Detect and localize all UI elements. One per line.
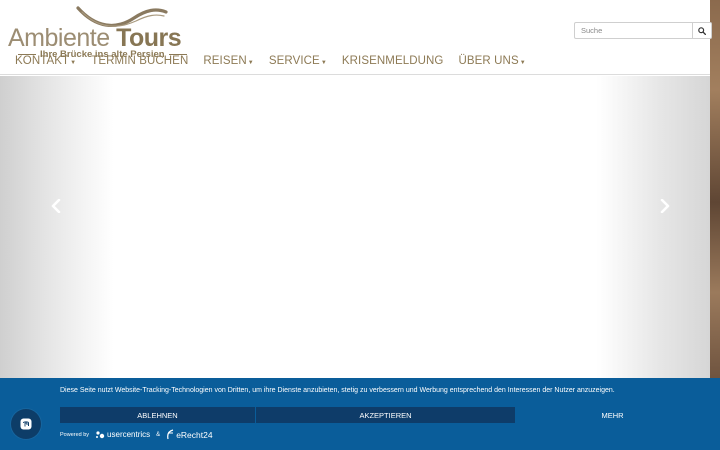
accept-button[interactable]: AKZEPTIEREN <box>256 407 515 423</box>
privacy-settings-button[interactable] <box>11 409 41 439</box>
nav-item-label: KRISENMELDUNG <box>341 55 444 67</box>
nav-item-termin-buchen[interactable]: TERMIN BUCHEN <box>91 55 188 67</box>
search-form <box>574 22 712 39</box>
image-carousel <box>0 76 710 378</box>
usercentrics-dots-icon <box>96 430 105 438</box>
nav-item-reisen[interactable]: REISEN ▼ <box>203 55 253 67</box>
nav-item-ueber-uns[interactable]: ÜBER UNS ▼ <box>458 55 525 67</box>
nav-item-krisenmeldung[interactable]: KRISENMELDUNG <box>342 55 444 67</box>
search-icon <box>698 26 706 35</box>
cookie-notice-text: Diese Seite nutzt Website-Tracking-Techn… <box>60 387 615 394</box>
nav-item-label: SERVICE <box>268 55 320 67</box>
page: Ambiente Tours Ihre Brücke ins alte Pers… <box>0 0 720 450</box>
nav-item-label: REISEN <box>203 55 247 67</box>
erecht24-logo[interactable]: eRecht24 <box>166 429 213 440</box>
fingerprint-icon <box>20 418 32 430</box>
cookie-button-row: ABLEHNEN AKZEPTIEREN MEHR <box>60 407 710 423</box>
more-button[interactable]: MEHR <box>515 407 710 423</box>
nav-item-service[interactable]: SERVICE ▼ <box>269 55 327 67</box>
nav-item-label: TERMIN BUCHEN <box>91 55 189 67</box>
chevron-right-icon <box>660 199 670 213</box>
caret-down-icon: ▼ <box>70 60 77 66</box>
nav-item-kontakt[interactable]: KONTAKT ▼ <box>15 55 76 67</box>
powered-by: Powered by usercentrics & eRecht24 <box>60 429 213 440</box>
nav-item-label: KONTAKT <box>15 55 70 67</box>
logo-wordmark: Ambiente Tours <box>8 24 182 52</box>
logo-name-bold: Tours <box>116 24 182 52</box>
usercentrics-label: usercentrics <box>107 430 151 439</box>
logo-name-light: Ambiente <box>8 24 117 52</box>
chevron-left-icon <box>51 199 61 213</box>
nav-item-label: ÜBER UNS <box>458 55 519 67</box>
cookie-banner: Diese Seite nutzt Website-Tracking-Techn… <box>0 378 720 450</box>
caret-down-icon: ▼ <box>247 60 254 66</box>
powered-by-label: Powered by <box>60 431 90 438</box>
decline-button[interactable]: ABLEHNEN <box>60 407 255 423</box>
carousel-next-button[interactable] <box>655 196 675 216</box>
ampersand: & <box>156 431 161 438</box>
erecht24-label: eRecht24 <box>176 429 213 440</box>
search-input[interactable] <box>574 22 693 39</box>
erecht24-mark-icon <box>167 429 174 440</box>
caret-down-icon: ▼ <box>519 60 526 66</box>
carousel-prev-button[interactable] <box>46 196 66 216</box>
usercentrics-logo[interactable]: usercentrics <box>95 430 150 439</box>
main-nav: KONTAKT ▼ TERMIN BUCHEN REISEN ▼ SERVICE ▼ … <box>15 55 541 67</box>
caret-down-icon: ▼ <box>320 60 327 66</box>
search-button[interactable] <box>693 22 712 39</box>
logo[interactable]: Ambiente Tours Ihre Brücke ins alte Pers… <box>8 4 188 60</box>
site-header: Ambiente Tours Ihre Brücke ins alte Pers… <box>0 0 712 75</box>
